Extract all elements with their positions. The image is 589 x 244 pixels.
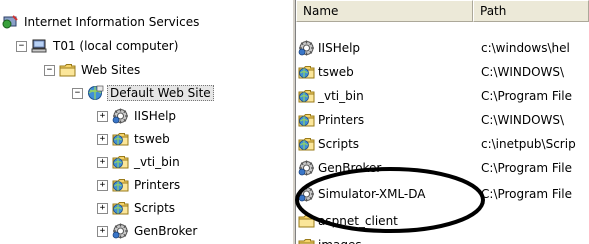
tree-label-child: tsweb (134, 132, 170, 146)
tree-item-root[interactable]: Internet Information Services (2, 12, 201, 32)
row-path: C:\Program File (481, 89, 572, 103)
virtual-folder-icon (112, 200, 129, 216)
website-icon (87, 85, 104, 101)
column-header-name[interactable]: Name (296, 0, 473, 22)
virtual-folder-icon (298, 112, 315, 128)
tree-item-default-site[interactable]: − Default Web Site (72, 83, 214, 103)
expand-toggle-icon[interactable]: + (97, 179, 108, 191)
tree-item-websites[interactable]: − Web Sites (44, 60, 142, 80)
computer-icon (31, 38, 48, 54)
virtual-folder-icon (112, 131, 129, 147)
row-path: c:\inetpub\Scrip (481, 137, 576, 151)
row-path: C:\WINDOWS\ (481, 65, 565, 79)
expand-toggle-icon[interactable]: + (97, 202, 108, 214)
column-header-path[interactable]: Path (473, 0, 589, 22)
tree-label-child: Printers (134, 178, 181, 192)
row-name: Printers (318, 113, 365, 127)
row-name: IISHelp (318, 41, 361, 55)
tree-item-computer[interactable]: − T01 (local computer) (16, 36, 180, 56)
expand-toggle-icon[interactable]: + (97, 110, 108, 122)
list-row[interactable]: Printers C:\WINDOWS\ (296, 110, 589, 130)
web-app-icon (298, 186, 315, 202)
web-app-icon (112, 108, 129, 124)
tree-label-root: Internet Information Services (24, 15, 200, 29)
tree-item-tsweb[interactable]: + tsweb (97, 129, 172, 149)
tree-item-printers[interactable]: + Printers (97, 175, 182, 195)
list-row[interactable]: images (296, 235, 589, 244)
virtual-folder-icon (298, 88, 315, 104)
virtual-folder-icon (298, 64, 315, 80)
iis-manager-window: Internet Information Services − T01 (loc… (0, 0, 589, 244)
tree-label-child: GenBroker (134, 224, 198, 238)
tree-item-scripts[interactable]: + Scripts (97, 198, 177, 218)
expand-toggle-icon[interactable]: + (97, 225, 108, 237)
web-app-icon (112, 223, 129, 239)
web-app-icon (298, 40, 315, 56)
row-name: GenBroker (318, 161, 382, 175)
collapse-toggle-icon[interactable]: − (72, 87, 83, 99)
row-name: images (318, 238, 362, 244)
tree-label-websites: Web Sites (81, 63, 141, 77)
tree-pane[interactable]: Internet Information Services − T01 (loc… (0, 0, 292, 244)
row-path: C:\WINDOWS\ (481, 113, 565, 127)
list-row[interactable]: GenBroker C:\Program File (296, 158, 589, 178)
tree-item-genbroker[interactable]: + GenBroker (97, 221, 199, 241)
tree-label-child: _vti_bin (134, 155, 180, 169)
collapse-toggle-icon[interactable]: − (16, 40, 27, 52)
row-name: Simulator-XML-DA (318, 187, 426, 201)
list-row[interactable]: _vti_bin C:\Program File (296, 86, 589, 106)
row-name: aspnet_client (318, 214, 398, 228)
list-header: Name Path (296, 0, 589, 22)
iis-icon (2, 14, 19, 30)
virtual-folder-icon (112, 154, 129, 170)
list-row[interactable]: tsweb C:\WINDOWS\ (296, 62, 589, 82)
list-row[interactable]: IISHelp c:\windows\hel (296, 38, 589, 58)
tree-label-computer: T01 (local computer) (53, 39, 179, 53)
web-app-icon (298, 160, 315, 176)
row-path: c:\windows\hel (481, 41, 570, 55)
collapse-toggle-icon[interactable]: − (44, 64, 55, 76)
list-row[interactable]: Scripts c:\inetpub\Scrip (296, 134, 589, 154)
virtual-folder-icon (298, 136, 315, 152)
folder-icon (298, 213, 315, 229)
tree-label-child: Scripts (134, 201, 176, 215)
tree-label-child: IISHelp (134, 109, 177, 123)
virtual-folder-icon (112, 177, 129, 193)
content-list-pane[interactable]: Name Path IISHelp c:\windows\hel tsweb C… (296, 0, 589, 244)
row-name: _vti_bin (318, 89, 364, 103)
tree-label-default-site: Default Web Site (107, 85, 214, 101)
folder-icon (298, 237, 315, 244)
row-path: C:\Program File (481, 187, 572, 201)
folder-icon (59, 62, 76, 78)
tree-item-vti-bin[interactable]: + _vti_bin (97, 152, 182, 172)
expand-toggle-icon[interactable]: + (97, 156, 108, 168)
tree-item-iishelp[interactable]: + IISHelp (97, 106, 178, 126)
expand-toggle-icon[interactable]: + (97, 133, 108, 145)
list-row[interactable]: aspnet_client (296, 211, 589, 231)
row-name: Scripts (318, 137, 360, 151)
list-row-simulator[interactable]: Simulator-XML-DA C:\Program File (296, 184, 589, 204)
row-path: C:\Program File (481, 161, 572, 175)
row-name: tsweb (318, 65, 354, 79)
